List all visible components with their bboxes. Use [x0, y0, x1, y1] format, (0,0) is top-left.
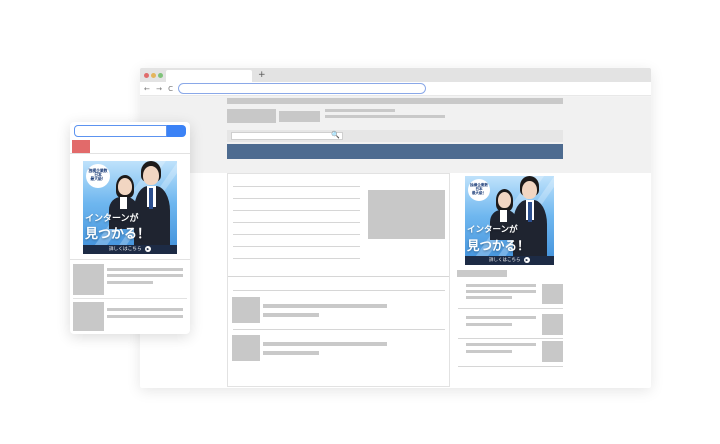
maximize-window-dot[interactable] [158, 73, 163, 78]
sidebar-item-thumbnail[interactable] [542, 314, 563, 335]
sidebar-divider [458, 338, 563, 339]
sidebar-divider [458, 366, 563, 367]
minimize-window-dot[interactable] [151, 73, 156, 78]
sidebar-item-line [466, 296, 512, 299]
article-line [233, 186, 360, 187]
address-bar[interactable] [178, 83, 426, 94]
header-button-placeholder[interactable] [279, 111, 320, 122]
mobile-menu-badge[interactable] [72, 140, 90, 153]
mobile-search-input[interactable] [74, 125, 167, 137]
sidebar-item-line [466, 350, 512, 353]
list-item-sub-line [263, 351, 319, 355]
ad-badge: 独横企業数 日本 最大級！ [468, 179, 490, 201]
article-line [233, 258, 360, 259]
sidebar-item-line [466, 323, 512, 326]
ad-man-face [143, 166, 159, 185]
header-text-line [325, 109, 395, 112]
sidebar-item-line [466, 316, 536, 319]
mobile-search-button[interactable] [167, 125, 186, 137]
header-top-line [227, 98, 563, 104]
ad-man-tie [149, 188, 153, 209]
ad-badge-line: 最大級！ [471, 191, 487, 196]
article-line [233, 198, 360, 199]
article-image-placeholder [368, 190, 445, 239]
site-logo-placeholder[interactable] [227, 109, 276, 123]
internship-ad-banner-desktop[interactable]: 独横企業数 日本 最大級！ インターンが 見つかる！ 詳しくはこちら ▶ [465, 176, 554, 265]
ad-woman-face [498, 192, 511, 208]
list-item-title-line [263, 342, 387, 346]
ad-cta-label: 詳しくはこちら [108, 247, 142, 252]
sidebar-divider [458, 308, 563, 309]
site-nav-bar[interactable] [227, 144, 563, 159]
mobile-divider [70, 259, 190, 260]
section-divider [228, 276, 449, 277]
mobile-list-line [107, 281, 153, 284]
article-line [233, 222, 360, 223]
sidebar-item-line [466, 343, 536, 346]
ad-man-face [522, 181, 537, 199]
play-arrow-icon: ▶ [523, 257, 530, 263]
section-divider [233, 290, 445, 291]
ad-cta-button[interactable]: 詳しくはこちら ▶ [465, 256, 554, 265]
mobile-list-thumbnail[interactable] [73, 264, 104, 295]
play-arrow-icon: ▶ [145, 246, 152, 252]
mobile-list-line [107, 274, 183, 277]
sidebar-item-thumbnail[interactable] [542, 341, 563, 362]
new-tab-button[interactable]: + [258, 69, 266, 81]
list-item-title-line [263, 304, 387, 308]
internship-ad-banner-mobile[interactable]: 独横企業数 日本 最大級！ インターンが 見つかる！ 詳しくはこちら ▶ [83, 161, 177, 254]
ad-badge: 独横企業数 日本 最大級！ [86, 164, 110, 188]
sidebar-heading-placeholder [457, 270, 507, 277]
mobile-header-divider [70, 153, 190, 154]
sidebar-item-thumbnail[interactable] [542, 284, 563, 304]
desktop-browser-window: + ← → C 🔍 独横企業数 日本 最大級！ インターンが 見つかる！ 詳しく… [140, 68, 651, 388]
article-line [233, 234, 360, 235]
list-item-sub-line [263, 313, 319, 317]
ad-badge-line: 最大級！ [90, 176, 106, 182]
site-search-input[interactable] [231, 132, 343, 140]
ad-woman-blouse [500, 210, 507, 222]
ad-headline-line2: 見つかる！ [85, 227, 151, 242]
ad-man-tie [528, 202, 532, 222]
ad-headline-line2: 見つかる！ [467, 238, 530, 253]
ad-headline-line1: インターンが [467, 225, 518, 235]
list-item-thumbnail[interactable] [232, 335, 260, 361]
browser-tab[interactable] [166, 70, 252, 82]
list-item-thumbnail[interactable] [232, 297, 260, 323]
ad-woman-face [118, 178, 132, 195]
mobile-list-line [107, 268, 183, 271]
mobile-phone-view: 独横企業数 日本 最大級！ インターンが 見つかる！ 詳しくはこちら ▶ [70, 122, 190, 334]
ad-cta-button[interactable]: 詳しくはこちら ▶ [83, 245, 177, 254]
mobile-list-thumbnail[interactable] [73, 302, 104, 331]
article-line [233, 210, 360, 211]
mobile-list-line [107, 315, 183, 318]
search-icon[interactable]: 🔍 [331, 129, 340, 141]
back-forward-reload-icons[interactable]: ← → C [144, 83, 175, 95]
sidebar-item-line [466, 284, 536, 287]
close-window-dot[interactable] [144, 73, 149, 78]
article-line [233, 246, 360, 247]
sidebar-item-line [466, 290, 536, 293]
mobile-divider [73, 298, 187, 299]
ad-cta-label: 詳しくはこちら [489, 258, 521, 263]
header-text-line [325, 115, 445, 118]
ad-woman-blouse [120, 197, 127, 209]
mobile-list-line [107, 308, 183, 311]
list-divider [233, 329, 445, 330]
